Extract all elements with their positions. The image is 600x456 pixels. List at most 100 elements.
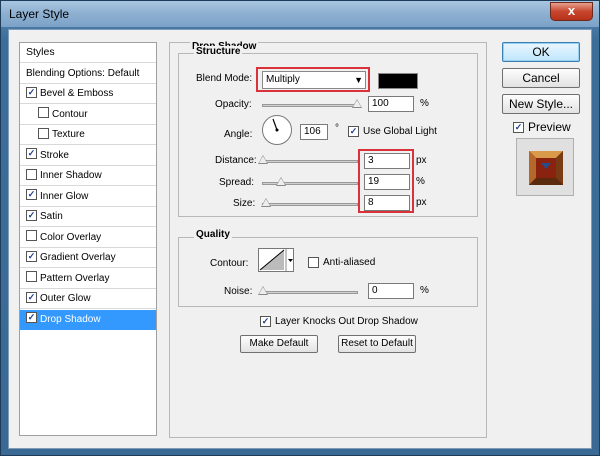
contour-curve-icon [259,249,293,271]
new-style-button[interactable]: New Style... [502,94,580,114]
opacity-slider[interactable] [262,99,362,108]
styles-list-item[interactable]: Outer Glow [20,289,156,309]
styles-item-checkbox[interactable] [26,148,37,160]
spread-unit: % [416,176,425,187]
styles-item-checkbox[interactable] [26,291,37,303]
knocks-out-label: Layer Knocks Out Drop Shadow [275,316,418,327]
size-label: Size: [233,198,256,209]
spread-label: Spread: [219,177,255,188]
styles-list: Styles Blending Options: Default Bevel & E… [19,42,157,436]
styles-item-checkbox[interactable] [26,86,37,98]
window-title: Layer Style [9,7,70,21]
knocks-out-checkbox[interactable] [260,316,271,327]
styles-item-label: Inner Shadow [40,170,102,181]
styles-list-item[interactable]: Gradient Overlay [20,248,156,268]
close-button[interactable]: x [550,2,593,21]
styles-item-label: Gradient Overlay [40,252,116,263]
styles-list-item[interactable]: Inner Shadow [20,166,156,186]
angle-label: Angle: [224,129,253,140]
styles-item-label: Drop Shadow [40,313,101,325]
make-default-button[interactable]: Make Default [240,335,318,353]
distance-unit: px [416,155,427,166]
distance-slider[interactable] [258,155,358,164]
noise-label: Noise: [224,286,253,297]
cancel-button[interactable]: Cancel [502,68,580,88]
opacity-label: Opacity: [215,99,252,110]
styles-item-checkbox[interactable] [26,209,37,221]
styles-item-checkbox[interactable] [26,312,37,324]
styles-item-label: Stroke [40,149,69,161]
styles-item-label: Texture [52,129,85,140]
styles-item-checkbox[interactable] [26,271,37,283]
spread-slider-thumb[interactable] [275,177,286,186]
angle-unit: ° [335,123,339,134]
quality-title: Quality [194,229,232,240]
contour-label: Contour: [210,258,249,269]
styles-item-checkbox[interactable] [26,189,37,201]
styles-item-checkbox[interactable] [38,127,49,139]
distance-field[interactable]: 3 [364,153,410,169]
structure-title: Structure [194,46,243,57]
opacity-field[interactable]: 100 [368,96,414,112]
shadow-color-swatch[interactable] [378,73,418,89]
styles-list-item[interactable]: Styles [20,43,156,63]
title-bar[interactable]: Layer Style x [1,1,599,27]
dialog-client-area: Styles Blending Options: Default Bevel & E… [8,29,592,449]
opacity-unit: % [420,98,429,109]
styles-list-item[interactable]: Color Overlay [20,228,156,248]
preview-checkbox[interactable] [513,122,524,133]
styles-item-label: Outer Glow [40,293,91,304]
styles-list-item[interactable]: Drop Shadow [20,309,156,330]
noise-field[interactable]: 0 [368,283,414,299]
anti-aliased-checkbox[interactable] [308,257,319,268]
spread-slider[interactable] [262,177,358,186]
styles-item-checkbox[interactable] [26,250,37,262]
distance-label: Distance: [215,155,257,166]
noise-slider[interactable] [258,286,358,295]
preview-label: Preview [528,120,571,134]
styles-list-item[interactable]: Satin [20,207,156,227]
styles-item-label: Satin [40,211,63,222]
styles-list-item[interactable]: Texture [20,125,156,145]
use-global-light-checkbox[interactable] [348,126,359,137]
layer-style-dialog: Layer Style x Styles Blending Options: De… [0,0,600,456]
styles-list-item[interactable]: Blending Options: Default [20,64,156,84]
angle-field[interactable]: 106 [300,124,328,140]
spread-field[interactable]: 19 [364,174,410,190]
styles-list-item[interactable]: Stroke [20,146,156,166]
size-slider-thumb[interactable] [260,198,271,207]
styles-list-item[interactable]: Bevel & Emboss [20,84,156,104]
settings-panel: Drop Shadow Structure Blend Mode: Multip… [169,41,487,438]
styles-item-label: Inner Glow [40,190,89,202]
noise-slider-thumb[interactable] [258,286,268,295]
ok-button[interactable]: OK [502,42,580,62]
styles-list-item[interactable]: Pattern Overlay [20,269,156,289]
blend-mode-label: Blend Mode: [196,73,253,84]
distance-slider-thumb[interactable] [258,155,268,164]
use-global-light-label: Use Global Light [363,126,437,137]
styles-list-item[interactable]: Inner Glow [20,187,156,207]
size-field[interactable]: 8 [364,195,410,211]
styles-item-label: Bevel & Emboss [40,88,114,99]
quality-frame [178,237,478,307]
anti-aliased-label: Anti-aliased [323,257,376,268]
preview-swatch-icon [529,151,563,185]
styles-item-checkbox[interactable] [38,107,49,119]
noise-unit: % [420,285,429,296]
angle-dial[interactable] [262,115,292,145]
size-slider[interactable] [260,198,358,207]
styles-item-checkbox[interactable] [26,230,37,242]
opacity-slider-thumb[interactable] [352,99,362,108]
angle-dial-needle-icon [272,118,279,132]
blend-mode-select[interactable]: Multiply ▼ [262,71,366,89]
blend-mode-value: Multiply [266,74,300,85]
styles-list-item[interactable]: Contour [20,105,156,125]
styles-item-label: Blending Options: Default [26,67,140,79]
styles-item-label: Color Overlay [40,231,102,243]
styles-item-label: Contour [52,108,88,120]
reset-to-default-button[interactable]: Reset to Default [338,335,416,353]
size-unit: px [416,197,427,208]
contour-picker[interactable] [258,248,294,272]
styles-item-checkbox[interactable] [26,168,37,180]
styles-item-label: Styles [26,46,55,58]
